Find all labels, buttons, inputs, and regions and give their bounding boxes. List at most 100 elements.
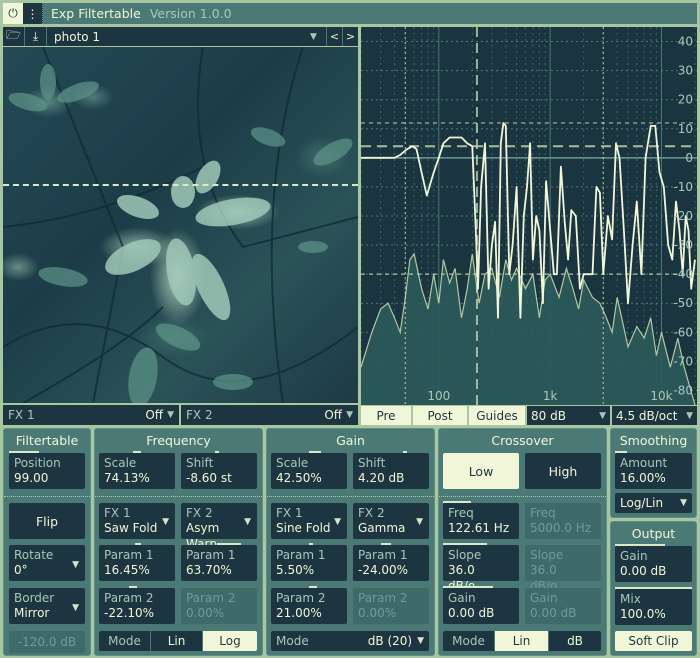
low-slope-knob[interactable]: Slope 36.0 dB/o... <box>443 543 519 593</box>
gain-fx2-param2-knob[interactable]: Param 2 0.00% <box>353 588 429 624</box>
gain-fx2-dropdown[interactable]: FX 2 Gamma ▼ <box>353 503 429 539</box>
output-gain-knob[interactable]: Gain 0.00 dB <box>615 544 692 582</box>
chevron-down-icon: ▼ <box>72 603 79 613</box>
frequency-fx1-param2-knob[interactable]: Param 2 -22.10% <box>99 586 175 624</box>
border-dropdown[interactable]: Border Mirror ▼ <box>9 588 85 624</box>
param-value: 21.00% <box>276 606 322 620</box>
soft-clip-toggle[interactable]: Soft Clip <box>615 631 692 651</box>
param-value: -22.10% <box>104 606 155 620</box>
gain-fx1-param2-knob[interactable]: Param 2 21.00% <box>271 586 347 624</box>
rotate-dropdown[interactable]: Rotate 0° ▼ <box>9 545 85 581</box>
frequency-fx1-dropdown[interactable]: FX 1 Saw Fold ▼ <box>99 503 175 539</box>
chart-svg: 403020100-10-20-30-40-50-60-70-80 100 1k 1… <box>361 27 697 405</box>
power-button[interactable]: ⏻ <box>3 3 23 24</box>
rotate-label: Rotate <box>14 548 54 562</box>
smoothing-amount-knob[interactable]: Amount 16.00% <box>615 451 692 489</box>
frequency-response-chart[interactable]: 40 30 20 10 0 -10 -20 -30 -40 -50 -60 -70 -80 100 1k 1… <box>361 27 697 405</box>
high-slope-knob[interactable]: Slope 36.0 dB/o... <box>525 545 601 593</box>
frequency-scale-knob[interactable]: Scale 74.13% <box>99 451 175 489</box>
frequency-fx2-dropdown[interactable]: FX 2 Asym Warp ▼ <box>181 503 257 551</box>
chart-toolbar: Pre Post Guides 80 dB ▼ 4.5 dB/oct ▼ <box>361 406 697 425</box>
y-tick-label: -70 <box>673 354 693 368</box>
frequency-fx1-param1-knob[interactable]: Param 1 16.45% <box>99 543 175 581</box>
smoothing-curve-dropdown[interactable]: Log/Lin ▼ <box>615 493 692 513</box>
chevron-down-icon: ▼ <box>162 517 169 527</box>
post-toggle[interactable]: Post <box>413 406 469 425</box>
crossover-high-tab[interactable]: High <box>525 453 601 489</box>
flip-button[interactable]: Flip <box>9 503 85 539</box>
frequency-mode-lin[interactable]: Lin <box>151 631 203 651</box>
save-button[interactable]: ⤓ <box>25 27 47 46</box>
x-tick-label: 100 <box>427 389 450 403</box>
range-dropdown[interactable]: 80 dB ▼ <box>527 406 612 425</box>
y-tick-label: -50 <box>673 296 693 310</box>
frequency-fx2-param1-knob[interactable]: Param 1 63.70% <box>181 543 257 581</box>
power-icon: ⏻ <box>8 6 18 20</box>
output-gain-value: 0.00 dB <box>620 564 667 578</box>
crossover-low-tab[interactable]: Low <box>443 453 519 489</box>
high-gain-knob[interactable]: Gain 0.00 dB <box>525 588 601 624</box>
output-title: Output <box>631 526 676 541</box>
chevron-down-icon: ▼ <box>72 560 79 570</box>
divider <box>439 496 606 497</box>
low-freq-knob[interactable]: Freq 122.61 Hz <box>443 501 519 539</box>
param-label: Param 2 <box>104 591 154 605</box>
low-gain-value: 0.00 dB <box>448 606 495 620</box>
chevron-down-icon: ▼ <box>244 517 251 527</box>
param-value: -24.00% <box>358 563 409 577</box>
gain-scale-label: Scale <box>276 456 309 470</box>
frequency-fx2-param2-knob[interactable]: Param 2 0.00% <box>181 588 257 624</box>
gain-scale-knob[interactable]: Scale 42.50% <box>271 451 347 489</box>
image-foliage <box>3 47 358 403</box>
tilt-dropdown[interactable]: 4.5 dB/oct ▼ <box>612 406 697 425</box>
high-gain-value: 0.00 dB <box>530 606 577 620</box>
chevron-down-icon: ▼ <box>167 410 174 420</box>
y-tick-label: -40 <box>673 267 693 281</box>
image-fx1-dropdown[interactable]: FX 1 Off ▼ <box>3 405 179 425</box>
gain-mode-dropdown[interactable]: Mode dB (20) ▼ <box>271 631 429 651</box>
gain-scale-value: 42.50% <box>276 471 322 485</box>
gain-mode-value: dB (20) <box>367 634 413 648</box>
filtertable-image[interactable] <box>3 47 358 403</box>
frequency-shift-knob[interactable]: Shift -8.60 st <box>181 451 257 489</box>
smoothing-amount-label: Amount <box>620 456 668 470</box>
image-fx2-dropdown[interactable]: FX 2 Off ▼ <box>181 405 358 425</box>
value-indicator <box>309 451 321 453</box>
crossover-mode-db[interactable]: dB <box>549 631 601 651</box>
next-preset-button[interactable]: > <box>342 27 358 46</box>
low-gain-label: Gain <box>448 591 476 605</box>
param-label: Param 1 <box>276 548 326 562</box>
chevron-down-icon[interactable]: ▼ <box>310 32 326 42</box>
frequency-mode-log[interactable]: Log <box>203 631 257 651</box>
gain-shift-knob[interactable]: Shift 4.20 dB <box>353 451 429 489</box>
gain-fx1-dropdown[interactable]: FX 1 Sine Fold ▼ <box>271 503 347 539</box>
frequency-mode-switch: Mode Lin Log <box>99 631 257 651</box>
app-title: Exp Filtertable <box>51 6 141 21</box>
pre-toggle[interactable]: Pre <box>361 406 413 425</box>
open-button[interactable]: 🗁 <box>3 27 25 46</box>
high-slope-label: Slope <box>530 548 564 562</box>
y-tick-label: 30 <box>678 64 693 78</box>
gain-fx1-param1-knob[interactable]: Param 1 5.50% <box>271 543 347 581</box>
guides-toggle[interactable]: Guides <box>469 406 527 425</box>
preset-name-dropdown[interactable]: photo 1 <box>47 30 310 44</box>
rotate-value: 0° <box>14 563 28 577</box>
position-guide-line[interactable] <box>3 184 358 186</box>
position-knob[interactable]: Position 99.00 <box>9 451 85 489</box>
gain-fx2-param1-knob[interactable]: Param 1 -24.00% <box>353 543 429 581</box>
param-label: Param 1 <box>358 548 408 562</box>
floor-knob[interactable]: -120.0 dB <box>9 631 85 653</box>
gain-panel: Gain Scale 42.50% Shift 4.20 dB FX 1 Sin… <box>266 428 435 656</box>
frequency-fx1-value: Saw Fold <box>104 521 158 535</box>
low-slope-label: Slope <box>448 548 482 562</box>
high-freq-knob[interactable]: Freq 5000.0 Hz <box>525 503 601 539</box>
crossover-mode-lin[interactable]: Lin <box>495 631 549 651</box>
output-mix-knob[interactable]: Mix 100.0% <box>615 587 692 625</box>
prev-preset-button[interactable]: < <box>326 27 342 46</box>
gain-title: Gain <box>336 433 365 448</box>
low-gain-knob[interactable]: Gain 0.00 dB <box>443 586 519 624</box>
low-freq-value: 122.61 Hz <box>448 521 510 535</box>
menu-button[interactable]: ⋮ <box>23 3 43 24</box>
frequency-panel: Frequency Scale 74.13% Shift -8.60 st FX… <box>94 428 263 656</box>
y-tick-label: -60 <box>673 325 693 339</box>
